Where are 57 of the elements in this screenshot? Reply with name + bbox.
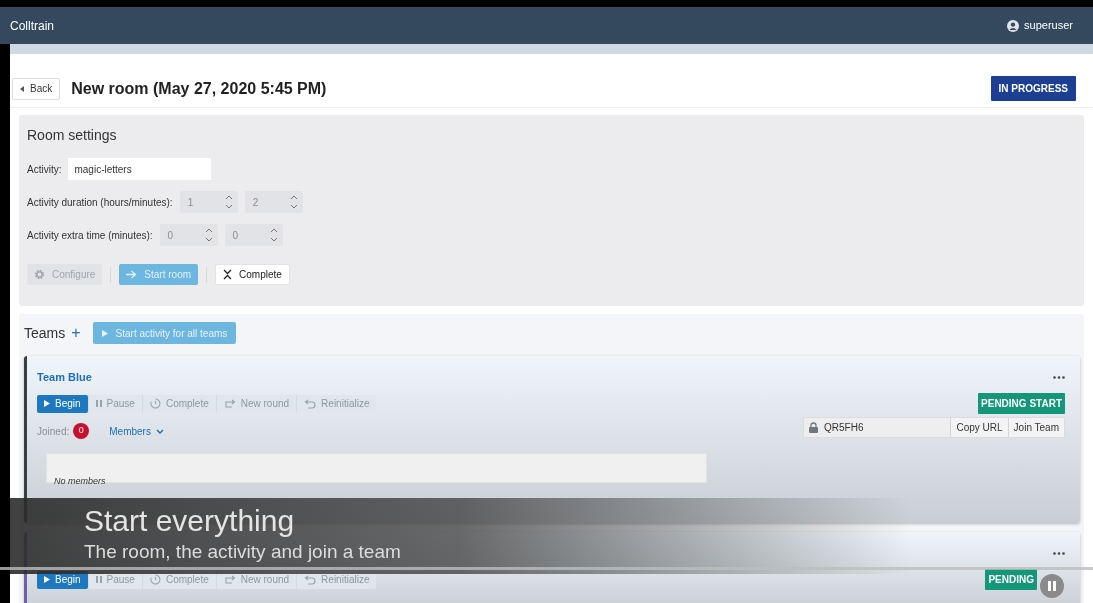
caption-title: Start everything: [84, 504, 296, 538]
number-field[interactable]: 1: [179, 191, 238, 213]
more-icon: [1053, 551, 1065, 555]
activity-field[interactable]: magic-letters: [68, 158, 212, 180]
app-brand[interactable]: Colltrain: [10, 16, 54, 35]
section-title: Room settings: [27, 126, 118, 145]
clock-icon: [149, 574, 161, 585]
pause-icon: [95, 400, 102, 407]
redo-arrow-icon: [223, 574, 236, 585]
gear-icon: [34, 269, 45, 280]
lock-icon: [809, 422, 818, 433]
clock-icon: [149, 398, 161, 409]
join-team-button[interactable]: Join Team: [1007, 418, 1064, 437]
chevrons-icon: [223, 269, 233, 280]
members-dropdown[interactable]: Members: [109, 423, 164, 439]
status-badge: IN PROGRESS: [990, 76, 1076, 101]
number-field[interactable]: 0: [159, 224, 218, 246]
play-icon: [44, 576, 50, 583]
undo-arrow-icon: [304, 574, 317, 585]
redo-arrow-icon: [223, 398, 236, 409]
copy-url-button[interactable]: Copy URL: [950, 418, 1008, 437]
play-icon: [101, 329, 108, 337]
team-name[interactable]: Team Blue: [37, 368, 92, 386]
spinner-arrows-icon: [289, 195, 298, 209]
field-label: Activity extra time (minutes):: [27, 228, 153, 243]
status-badge: PENDING: [985, 569, 1037, 590]
pause-icon: [1048, 581, 1056, 591]
spinner-arrows-icon: [204, 228, 213, 242]
begin-button[interactable]: Begin: [37, 394, 88, 413]
begin-button[interactable]: Begin: [37, 570, 88, 589]
more-icon: [1053, 375, 1065, 379]
complete-button[interactable]: Complete: [215, 264, 290, 285]
chevron-down-icon: [155, 428, 164, 434]
field-label: Activity duration (hours/minutes):: [27, 195, 173, 210]
section-title: Teams: [24, 323, 66, 343]
undo-arrow-icon: [304, 398, 317, 409]
empty-members-text: No members: [54, 476, 106, 486]
spinner-arrows-icon: [224, 195, 233, 209]
number-field[interactable]: 0: [224, 224, 283, 246]
pause-icon: [95, 576, 102, 583]
join-code-field[interactable]: QR5FH6 Copy URL Join Team: [803, 417, 1065, 438]
joined-label: Joined:: [37, 424, 70, 439]
back-button[interactable]: Back: [12, 77, 61, 100]
arrow-right-icon: [126, 270, 138, 279]
add-team-button[interactable]: +: [71, 325, 81, 341]
spinner-arrows-icon: [269, 228, 278, 242]
caret-left-icon: [20, 85, 24, 92]
field-label: Activity:: [27, 162, 62, 177]
start-all-button[interactable]: Start activity for all teams: [92, 322, 237, 344]
joined-count-badge: 0: [73, 423, 90, 439]
user-icon: [1007, 19, 1020, 32]
play-icon: [44, 400, 50, 407]
username[interactable]: superuser: [1024, 17, 1073, 34]
caption-subtitle: The room, the activity and join a team: [84, 540, 401, 564]
number-field[interactable]: 2: [244, 191, 303, 213]
page-title: New room (May 27, 2020 5:45 PM): [71, 78, 327, 99]
status-badge: PENDING START: [978, 393, 1065, 414]
